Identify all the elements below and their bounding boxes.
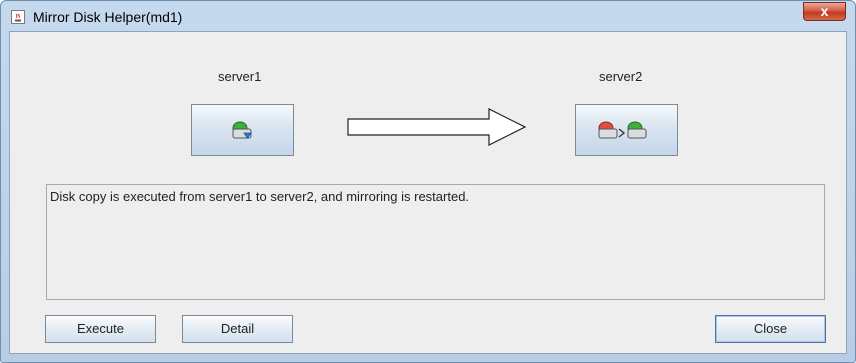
right-arrow-icon <box>347 108 527 146</box>
window-title: Mirror Disk Helper(md1) <box>33 9 183 25</box>
target-server-label: server2 <box>599 69 643 84</box>
java-app-icon <box>11 10 25 24</box>
detail-button[interactable]: Detail <box>182 315 293 343</box>
execute-button[interactable]: Execute <box>45 315 156 343</box>
title-bar[interactable]: Mirror Disk Helper(md1) x <box>1 1 855 31</box>
close-icon: x <box>820 3 829 19</box>
source-server-label: server1 <box>218 69 262 84</box>
dialog-body: server1 server2 Disk copy is executed fr… <box>9 31 847 354</box>
disk-to-disk-copy-icon <box>598 121 647 139</box>
dialog-window: Mirror Disk Helper(md1) x server1 server… <box>0 0 856 363</box>
window-close-button[interactable]: x <box>803 2 846 21</box>
message-text: Disk copy is executed from server1 to se… <box>50 189 470 204</box>
close-button[interactable]: Close <box>715 315 826 343</box>
target-server-button[interactable] <box>575 104 678 156</box>
message-panel: Disk copy is executed from server1 to se… <box>46 184 825 300</box>
disk-copy-source-icon <box>232 121 252 139</box>
source-server-button[interactable] <box>191 104 294 156</box>
